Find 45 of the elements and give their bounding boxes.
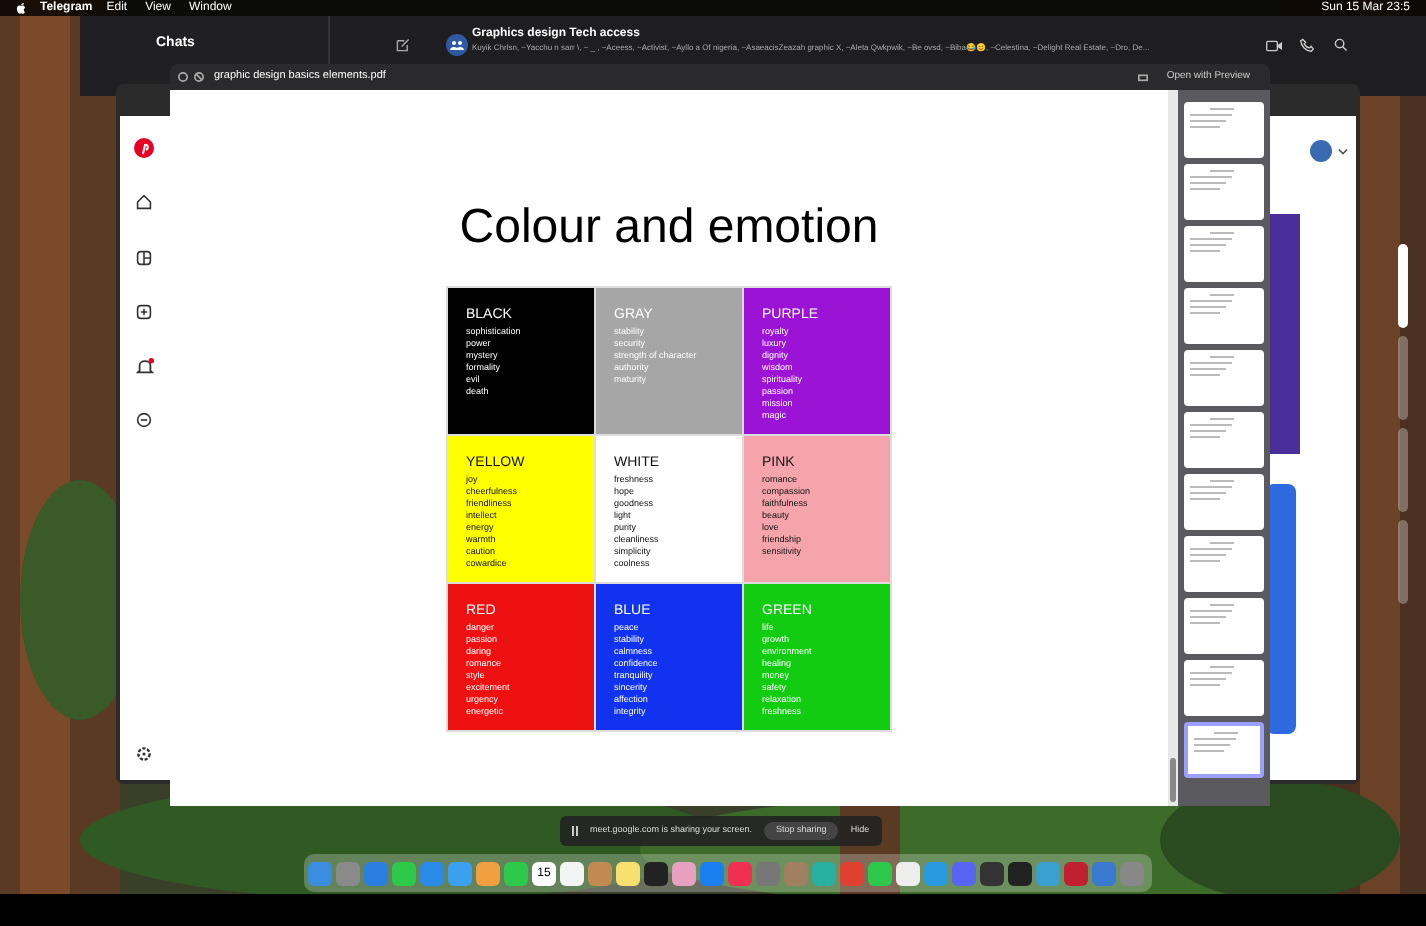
app-icon[interactable] [896,861,920,885]
app-icon[interactable] [980,861,1004,885]
info-icon[interactable] [178,72,188,82]
page-thumbnail[interactable] [1184,164,1264,220]
page-thumbnail[interactable] [1184,102,1264,158]
settings-icon[interactable] [136,746,152,762]
app-icon[interactable] [1008,861,1032,885]
scroll-indicator [1398,244,1408,328]
people-icon [450,40,464,50]
page-thumbnail[interactable] [1184,350,1264,406]
page-thumbnail[interactable] [1184,226,1264,282]
page-thumbnail[interactable] [1184,474,1264,530]
scroll-indicator [1398,520,1408,604]
chevron-down-icon[interactable] [1338,148,1348,156]
page-thumbnail[interactable] [1184,536,1264,592]
app-icon[interactable] [476,861,500,885]
page-thumbnail[interactable] [1184,722,1264,778]
apple-logo-icon[interactable] [16,2,26,14]
search-icon[interactable] [1334,38,1348,52]
app-icon[interactable] [392,861,416,885]
app-icon[interactable] [644,861,668,885]
page-thumbnail[interactable] [1184,412,1264,468]
app-icon[interactable] [504,861,528,885]
page-thumbnail[interactable] [1184,598,1264,654]
page-title: Colour and emotion [459,204,879,252]
app-icon[interactable] [868,861,892,885]
page-thumbnail[interactable] [1184,660,1264,716]
plus-icon[interactable] [136,304,152,320]
app-icon[interactable] [560,861,584,885]
home-icon[interactable] [136,194,152,210]
board-icon[interactable] [136,250,152,266]
bell-icon[interactable] [136,358,154,376]
app-icon[interactable] [616,861,640,885]
forbidden-icon[interactable] [194,72,204,82]
scrollbar[interactable] [1168,90,1178,806]
pause-icon [572,826,578,836]
scroll-indicator [1398,336,1408,420]
scroll-indicator [1398,428,1408,512]
page-thumbnail[interactable] [1184,288,1264,344]
compose-icon[interactable] [396,38,410,52]
video-call-icon[interactable] [1266,40,1282,52]
pinterest-logo-icon[interactable] [134,138,154,158]
phone-icon[interactable] [1300,38,1314,52]
chat-icon[interactable] [136,412,152,428]
print-icon[interactable] [1138,72,1149,82]
